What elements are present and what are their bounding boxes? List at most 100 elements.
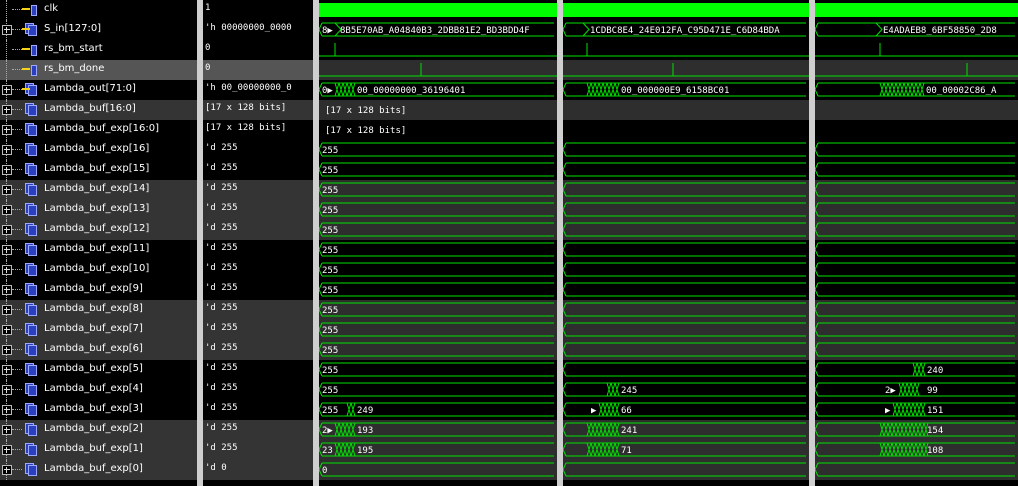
expand-plus-icon[interactable] xyxy=(2,245,12,255)
expand-plus-icon[interactable] xyxy=(2,25,12,35)
exp2-wave-transition xyxy=(562,422,567,437)
signal-row[interactable]: Lambda_buf_exp[16:0] xyxy=(0,120,197,140)
value-row[interactable]: 'd 255 xyxy=(203,180,313,200)
lambda-buf-exp-label: 255 xyxy=(322,306,338,316)
tree-branch xyxy=(12,389,22,390)
signal-row[interactable]: clk xyxy=(0,0,197,20)
expand-plus-icon[interactable] xyxy=(2,185,12,195)
signal-row[interactable]: Lambda_out[71:0] xyxy=(0,80,197,100)
value-row[interactable]: 'd 255 xyxy=(203,160,313,180)
signal-row[interactable]: Lambda_buf_exp[4] xyxy=(0,380,197,400)
expand-plus-icon[interactable] xyxy=(2,145,12,155)
value-row[interactable]: 'd 255 xyxy=(203,340,313,360)
value-row[interactable]: 'd 255 xyxy=(203,220,313,240)
expand-plus-icon[interactable] xyxy=(2,405,12,415)
value-row[interactable]: 'd 0 xyxy=(203,460,313,480)
expand-plus-icon[interactable] xyxy=(2,385,12,395)
lambda-out-wave-transition xyxy=(814,82,819,97)
output-port-icon xyxy=(22,63,38,76)
signal-row[interactable]: Lambda_buf_exp[10] xyxy=(0,260,197,280)
tree-branch xyxy=(12,109,22,110)
bus-icon xyxy=(22,263,38,276)
value-row[interactable]: 'd 255 xyxy=(203,260,313,280)
value-row[interactable]: [17 x 128 bits] xyxy=(203,100,313,120)
value-row[interactable]: 'd 255 xyxy=(203,420,313,440)
signal-row[interactable]: Lambda_buf_exp[11] xyxy=(0,240,197,260)
value-row[interactable]: 'd 255 xyxy=(203,240,313,260)
signal-name: Lambda_buf_exp[9] xyxy=(44,283,143,294)
signal-row[interactable]: Lambda_buf_exp[7] xyxy=(0,320,197,340)
lambda-buf-exp-wave-transition xyxy=(562,322,567,337)
signal-row[interactable]: Lambda_buf_exp[15] xyxy=(0,160,197,180)
signal-row[interactable]: Lambda_buf[16:0] xyxy=(0,100,197,120)
bus-icon xyxy=(22,283,38,296)
value-row[interactable]: 'd 255 xyxy=(203,320,313,340)
signal-row[interactable]: Lambda_buf_exp[16] xyxy=(0,140,197,160)
value-row[interactable]: 'd 255 xyxy=(203,380,313,400)
value-row[interactable]: 'd 255 xyxy=(203,200,313,220)
expand-plus-icon[interactable] xyxy=(2,465,12,475)
signal-name: Lambda_buf_exp[16:0] xyxy=(44,123,159,134)
expand-plus-icon[interactable] xyxy=(2,365,12,375)
value-row[interactable]: [17 x 128 bits] xyxy=(203,120,313,140)
signal-row[interactable]: S_in[127:0] xyxy=(0,20,197,40)
expand-plus-icon[interactable] xyxy=(2,325,12,335)
signal-row[interactable]: rs_bm_done xyxy=(0,60,197,80)
waveform-canvas[interactable]: 8▶ 8B5E70AB_A04840B3_2DBB81E2_BD3BDD4F 1CD… xyxy=(319,0,1018,486)
value-row[interactable]: 'd 255 xyxy=(203,140,313,160)
expand-plus-icon[interactable] xyxy=(2,125,12,135)
exp5-wave-transition xyxy=(814,362,819,377)
signal-value: 'h 00_00000000_0 xyxy=(205,83,292,93)
tree-branch xyxy=(12,469,22,470)
expand-plus-icon[interactable] xyxy=(2,445,12,455)
lambda-buf-exp-wave-bus xyxy=(322,262,554,277)
value-row[interactable]: 'd 255 xyxy=(203,360,313,380)
waveform-pane[interactable]: 8▶ 8B5E70AB_A04840B3_2DBB81E2_BD3BDD4F 1CD… xyxy=(319,0,1018,486)
lambda-buf-exp-wave-bus xyxy=(566,242,806,257)
value-row[interactable]: 0 xyxy=(203,40,313,60)
value-row[interactable]: 'd 255 xyxy=(203,300,313,320)
signal-row[interactable]: Lambda_buf_exp[5] xyxy=(0,360,197,380)
value-row[interactable]: 'd 255 xyxy=(203,280,313,300)
signal-row[interactable]: Lambda_buf_exp[8] xyxy=(0,300,197,320)
exp4-glitch xyxy=(898,382,920,397)
value-row[interactable]: 'h 00_00000000_0 xyxy=(203,80,313,100)
value-row[interactable]: 'd 255 xyxy=(203,440,313,460)
lambda-buf-exp-wave-transition xyxy=(562,302,567,317)
exp1-wave-transition xyxy=(814,442,819,457)
bus-icon xyxy=(22,463,38,476)
expand-plus-icon[interactable] xyxy=(2,305,12,315)
signal-row[interactable]: Lambda_buf_exp[2] xyxy=(0,420,197,440)
signal-row[interactable]: Lambda_buf_exp[9] xyxy=(0,280,197,300)
clk-wave xyxy=(319,3,1018,17)
value-row[interactable]: 0 xyxy=(203,60,313,80)
s-in-label: 1CDBC8E4_24E012FA_C95D471E_C6D84BDA xyxy=(590,26,780,36)
signal-row[interactable]: Lambda_buf_exp[1] xyxy=(0,440,197,460)
expand-plus-icon[interactable] xyxy=(2,225,12,235)
bus-input-icon xyxy=(22,23,38,36)
expand-plus-icon[interactable] xyxy=(2,85,12,95)
value-row[interactable]: 'd 255 xyxy=(203,400,313,420)
expand-plus-icon[interactable] xyxy=(2,285,12,295)
value-row[interactable]: 1 xyxy=(203,0,313,20)
signal-row[interactable]: rs_bm_start xyxy=(0,40,197,60)
signal-row[interactable]: Lambda_buf_exp[3] xyxy=(0,400,197,420)
signal-row[interactable]: Lambda_buf_exp[14] xyxy=(0,180,197,200)
signal-row[interactable]: Lambda_buf_exp[6] xyxy=(0,340,197,360)
signal-value: 0 xyxy=(205,43,211,53)
signal-row[interactable]: Lambda_buf_exp[0] xyxy=(0,460,197,480)
lambda-buf-exp-wave-bus xyxy=(818,302,1015,317)
value-row[interactable]: 'h 00000000_0000 xyxy=(203,20,313,40)
expand-plus-icon[interactable] xyxy=(2,165,12,175)
expand-plus-icon[interactable] xyxy=(2,345,12,355)
signal-row[interactable]: Lambda_buf_exp[13] xyxy=(0,200,197,220)
lambda-buf-exp-wave-transition xyxy=(562,222,567,237)
expand-plus-icon[interactable] xyxy=(2,205,12,215)
lambda-buf-exp-wave-bus xyxy=(322,142,554,157)
tree-branch xyxy=(12,149,22,150)
lambda-buf-exp-wave-bus xyxy=(566,142,806,157)
expand-plus-icon[interactable] xyxy=(2,425,12,435)
expand-plus-icon[interactable] xyxy=(2,105,12,115)
signal-row[interactable]: Lambda_buf_exp[12] xyxy=(0,220,197,240)
expand-plus-icon[interactable] xyxy=(2,265,12,275)
